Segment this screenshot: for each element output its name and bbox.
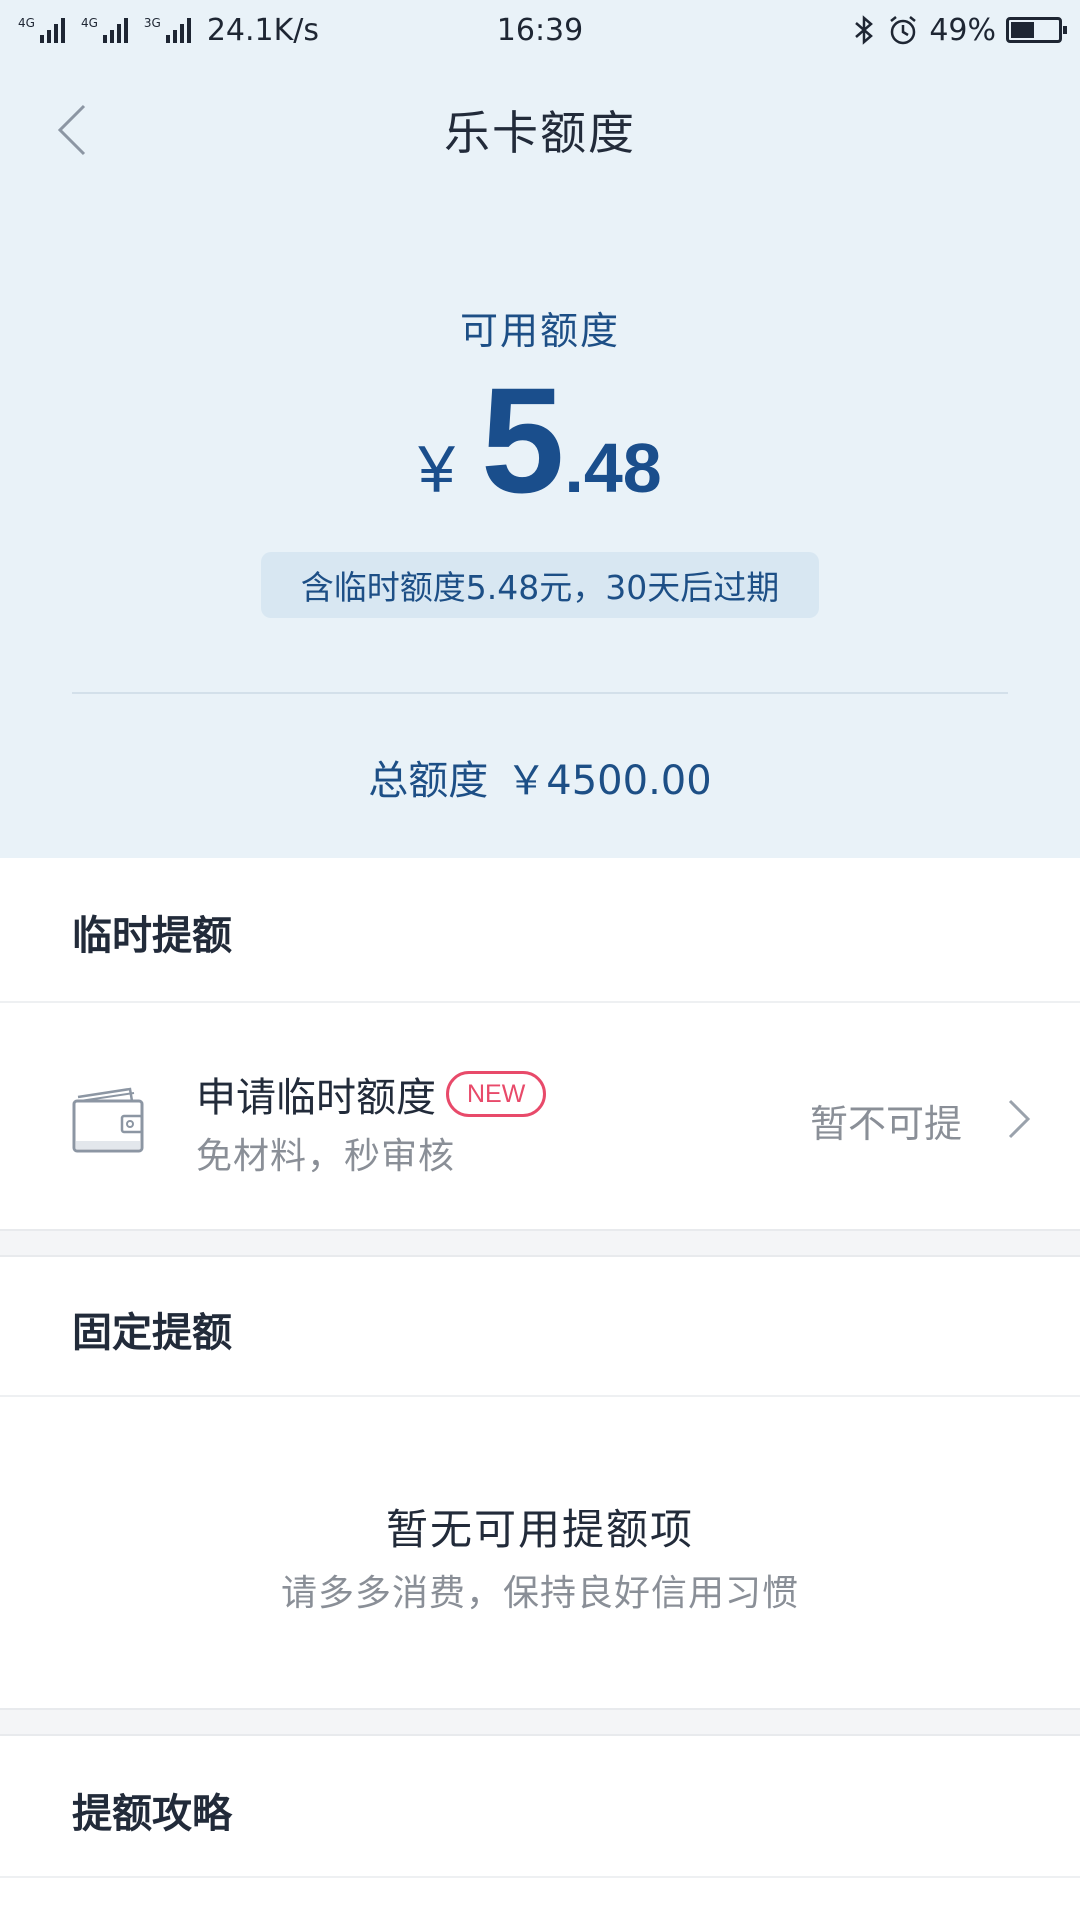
new-badge: NEW — [446, 1071, 547, 1117]
signal-icon: 4G — [81, 17, 128, 43]
total-value: ￥4500.00 — [506, 758, 712, 804]
row-subtitle: 免材料，秒审核 — [196, 1136, 456, 1177]
apply-temp-limit-row[interactable]: 申请临时额度 NEW 免材料，秒审核 暂不可提 — [0, 1003, 1080, 1229]
header-area: 4G 4G 3G 24.1K/s 16:39 49% 乐卡额度 可用额度 ¥ 5… — [0, 0, 1080, 858]
chevron-left-icon[interactable] — [48, 98, 112, 162]
apply-temp-title: 申请临时额度 — [196, 1075, 436, 1121]
section-gap — [0, 1229, 1080, 1257]
status-right: 49% — [851, 12, 1067, 48]
alarm-icon — [890, 16, 917, 45]
divider — [0, 1395, 1080, 1397]
row-title: 申请临时额度 NEW — [196, 1065, 547, 1123]
divider — [72, 692, 1008, 694]
chevron-right-icon — [1008, 1099, 1031, 1139]
battery-icon — [1006, 17, 1067, 43]
empty-state-title: 暂无可用提额项 — [385, 1505, 694, 1554]
total-limit: 总额度 ￥4500.00 — [0, 748, 1080, 806]
section-gap — [0, 1708, 1080, 1736]
battery-percent: 49% — [929, 12, 996, 48]
battery-fill — [1011, 22, 1034, 38]
currency-symbol: ¥ — [418, 432, 455, 506]
available-label: 可用额度 — [459, 309, 620, 353]
signal-icon: 4G — [18, 17, 65, 43]
empty-state-subtitle: 请多多消费，保持良好信用习惯 — [280, 1573, 799, 1614]
signal-icon: 3G — [144, 17, 191, 43]
amount-decimal: .48 — [564, 429, 662, 507]
nav-bar: 乐卡额度 — [0, 80, 1080, 180]
temp-limit-note: 含临时额度5.48元，30天后过期 — [261, 552, 819, 618]
page-title: 乐卡额度 — [444, 106, 636, 160]
status-bar: 4G 4G 3G 24.1K/s 16:39 49% — [0, 0, 1080, 60]
wallet-icon — [72, 1087, 144, 1153]
section-title-strategy[interactable]: 提额攻略 — [72, 1781, 232, 1839]
amount-integer: 5 — [480, 356, 565, 524]
bluetooth-icon — [855, 15, 874, 45]
section-title-temp: 临时提额 — [72, 913, 232, 959]
total-label: 总额度 — [368, 758, 489, 804]
divider — [0, 1876, 1080, 1878]
credit-limit-screen: 4G 4G 3G 24.1K/s 16:39 49% 乐卡额度 可用额度 ¥ 5… — [0, 0, 1080, 1920]
available-amount: ¥ 5 .48 — [0, 356, 1080, 524]
status-left: 4G 4G 3G 24.1K/s — [18, 13, 319, 48]
network-speed: 24.1K/s — [206, 12, 320, 48]
row-status: 暂不可提 — [809, 1102, 962, 1146]
section-title-fixed: 固定提额 — [72, 1310, 232, 1356]
